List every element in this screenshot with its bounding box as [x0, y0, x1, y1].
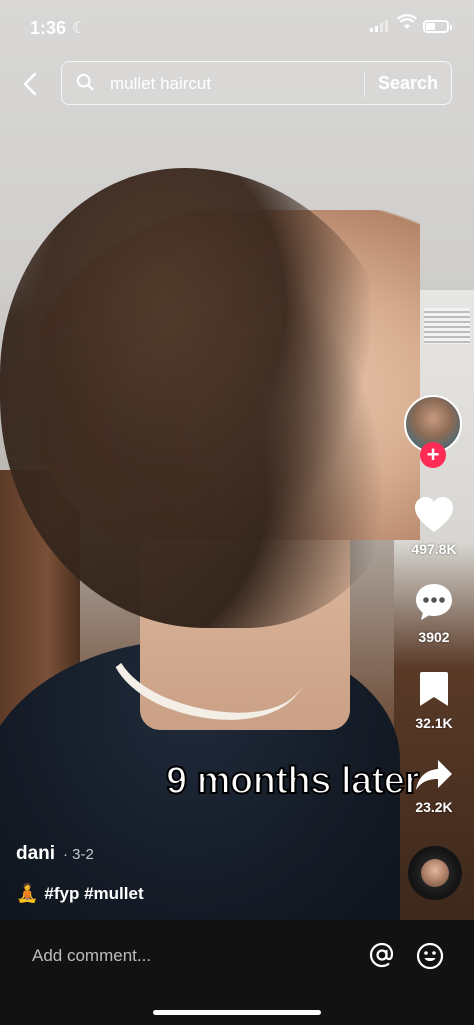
post-date: · 3-2	[63, 846, 94, 863]
like-button[interactable]: 497.8K	[402, 496, 466, 557]
search-icon	[76, 73, 94, 91]
moon-icon: ☾	[72, 20, 87, 37]
save-count: 32.1K	[415, 715, 453, 731]
video-background-vent	[424, 308, 470, 344]
like-count: 497.8K	[411, 541, 457, 557]
wifi-icon	[397, 14, 417, 35]
post-hashtags[interactable]: #fyp #mullet	[44, 884, 143, 904]
music-disc-cover	[421, 859, 449, 887]
creator-username[interactable]: dani	[16, 843, 55, 865]
bookmark-icon	[420, 672, 448, 706]
cellular-signal-icon	[370, 20, 388, 32]
share-arrow-icon	[416, 760, 452, 790]
save-button[interactable]: 32.1K	[402, 670, 466, 731]
comment-bar: Add comment...	[0, 920, 474, 1025]
search-divider	[364, 71, 365, 97]
mention-at-icon[interactable]	[369, 942, 395, 968]
heart-icon	[415, 497, 453, 532]
add-comment-input[interactable]: Add comment...	[32, 946, 151, 966]
battery-level-fill	[426, 23, 435, 30]
meditation-emoji-icon: 🧘	[16, 883, 39, 903]
music-disc-icon[interactable]	[408, 846, 462, 900]
video-overlay-text: 9 months later	[165, 759, 420, 803]
follow-plus-icon[interactable]: +	[420, 442, 446, 468]
comment-count: 3902	[418, 629, 450, 645]
status-bar: 1:36 ☾	[0, 0, 474, 54]
battery-icon	[423, 20, 452, 33]
back-arrow-icon[interactable]	[20, 70, 44, 98]
search-input[interactable]: mullet haircut	[110, 74, 211, 94]
comment-bubble-icon	[416, 584, 452, 620]
emoji-smiley-icon[interactable]	[416, 942, 444, 970]
search-button[interactable]: Search	[378, 73, 438, 94]
status-time: 1:36	[30, 18, 67, 38]
search-bar[interactable]: mullet haircut Search	[61, 61, 452, 105]
comment-button[interactable]: 3902	[402, 582, 466, 645]
post-description: 🧘 #fyp #mullet	[16, 883, 144, 904]
home-indicator[interactable]	[153, 1010, 321, 1015]
